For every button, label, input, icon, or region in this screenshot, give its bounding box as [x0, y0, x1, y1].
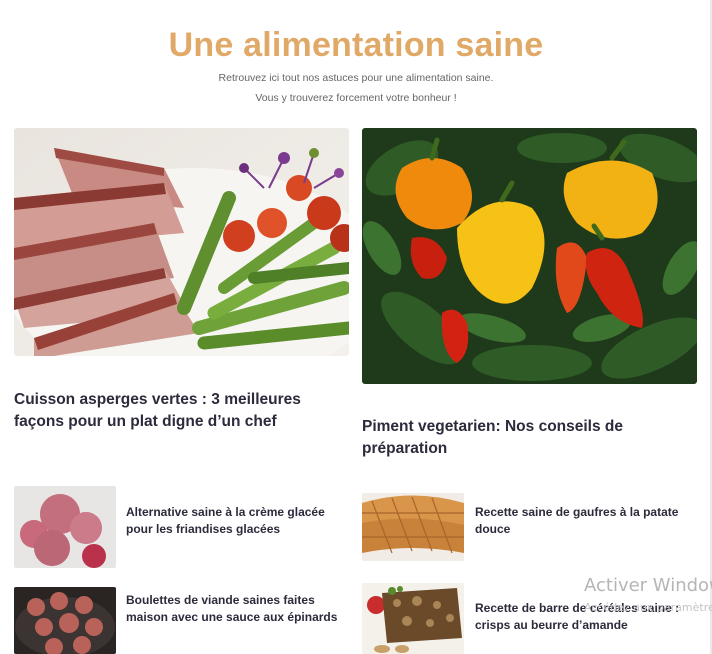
intro-line-1: Retrouvez ici tout nos astuces pour une …	[218, 72, 494, 84]
page-title: Une alimentation saine	[168, 25, 544, 64]
intro-line-2: Vous y trouverez forcement votre bonheur…	[255, 92, 457, 104]
article-image-frozen-berries[interactable]	[14, 486, 116, 568]
featured-title-2[interactable]: Piment vegetarien: Nos conseils de prépa…	[362, 416, 692, 460]
featured-image-steak-asparagus[interactable]	[14, 128, 349, 356]
article-title-1[interactable]: Alternative saine à la crème glacée pour…	[126, 504, 341, 538]
article-title-2[interactable]: Recette saine de gaufres à la patate dou…	[475, 504, 695, 538]
featured-title-1[interactable]: Cuisson asperges vertes : 3 meilleures f…	[14, 389, 344, 433]
article-image-cereal-bar[interactable]	[362, 583, 464, 654]
article-title-3[interactable]: Boulettes de viande saines faites maison…	[126, 592, 341, 626]
article-image-waffles[interactable]	[362, 493, 464, 561]
featured-image-peppers[interactable]	[362, 128, 697, 384]
windows-activation-subtext: Accédez aux paramètres	[584, 601, 712, 614]
windows-activation-watermark: Activer Windows	[584, 575, 712, 596]
article-image-meatballs[interactable]	[14, 587, 116, 654]
page-intro: Retrouvez ici tout nos astuces pour une …	[0, 68, 712, 108]
